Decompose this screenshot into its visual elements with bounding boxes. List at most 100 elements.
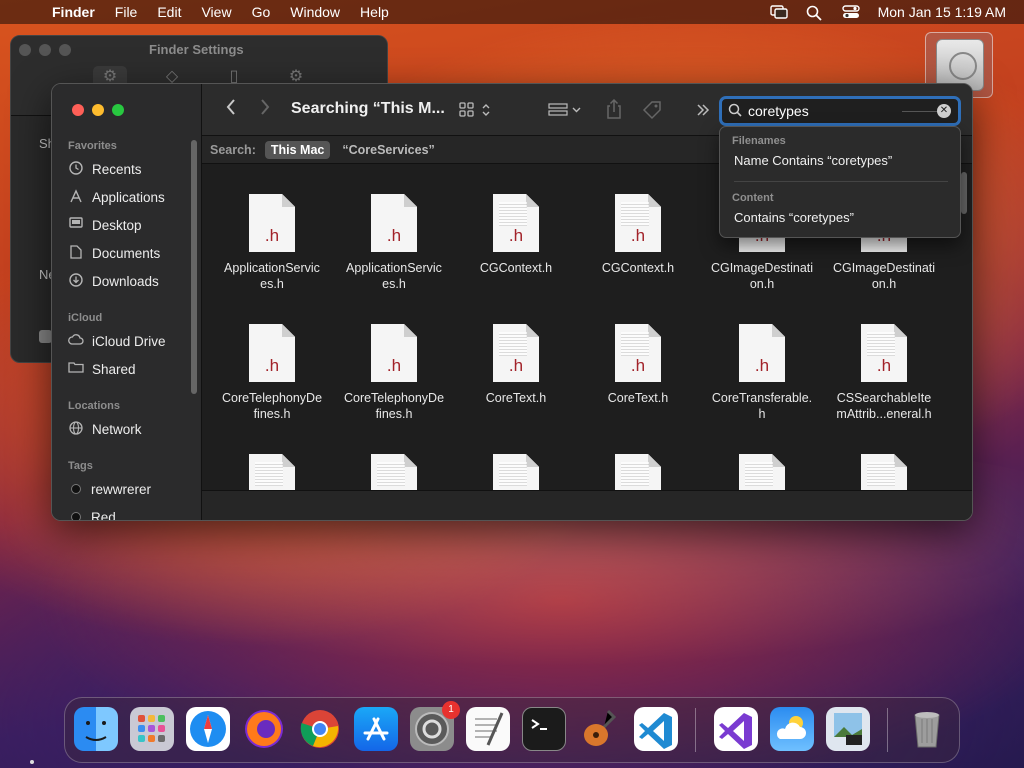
finder-icon[interactable] (74, 707, 118, 751)
settings-window-title: Finder Settings (149, 42, 244, 57)
spotlight-search-icon[interactable] (806, 5, 824, 21)
search-field[interactable]: ✕ (719, 96, 961, 126)
scope-this-mac-button[interactable]: This Mac (264, 140, 331, 159)
sidebar-item-network[interactable]: Network (68, 418, 142, 440)
file-item[interactable] (702, 454, 822, 490)
file-item[interactable] (456, 454, 576, 490)
sidebar-item-downloads[interactable]: Downloads (68, 270, 159, 292)
sidebar-item-label: Network (92, 421, 142, 437)
zoom-button[interactable] (112, 104, 124, 116)
suggestion-name-contains[interactable]: Name Contains “coretypes” (734, 153, 892, 168)
sidebar-item-label: Recents (92, 161, 142, 177)
weather-icon[interactable] (770, 707, 814, 751)
sidebar-item-documents[interactable]: Documents (68, 242, 160, 264)
textedit-icon[interactable] (466, 707, 510, 751)
sidebar-item-icloud-drive[interactable]: iCloud Drive (68, 330, 166, 352)
header-file-icon: .h (493, 324, 539, 382)
window-title: Searching “This M... (291, 100, 445, 117)
file-item[interactable]: .h ApplicationServic es.h (334, 194, 454, 292)
terminal-icon[interactable] (522, 707, 566, 751)
file-item[interactable]: .h CoreText.h (578, 324, 698, 406)
file-item[interactable]: .h ApplicationServic es.h (212, 194, 332, 292)
clock-icon (68, 161, 84, 177)
garageband-icon[interactable] (578, 707, 622, 751)
sidebar-item-tag-rewwrerer[interactable]: rewwrerer (68, 478, 151, 500)
close-button[interactable] (72, 104, 84, 116)
file-item[interactable]: .h CGContext.h (578, 194, 698, 276)
sidebar-item-label: Documents (92, 245, 161, 261)
cloud-icon (68, 333, 84, 349)
sidebar-scrollbar[interactable] (191, 140, 197, 394)
trash-icon[interactable] (905, 707, 949, 751)
clear-search-icon[interactable]: ✕ (937, 104, 951, 118)
sidebar-section-favorites: Favorites (68, 140, 117, 152)
tag-icon[interactable] (642, 100, 662, 125)
firefox-icon[interactable] (242, 707, 286, 751)
status-bar (202, 490, 972, 520)
suggestion-header-filenames: Filenames (732, 135, 786, 147)
sidebar-item-shared[interactable]: Shared (68, 358, 136, 380)
search-suggestions: Filenames Name Contains “coretypes” Cont… (719, 126, 961, 238)
header-file-icon: .h (493, 194, 539, 252)
file-item[interactable]: .h CGContext.h (456, 194, 576, 276)
settings-window-controls[interactable] (19, 44, 71, 56)
chrome-icon[interactable] (298, 707, 342, 751)
file-item[interactable] (578, 454, 698, 490)
vscode-icon[interactable] (634, 707, 678, 751)
menu-go[interactable]: Go (252, 4, 271, 20)
screen-mirroring-icon[interactable] (769, 5, 788, 19)
file-item[interactable]: .h CSSearchableIte mAttrib...eneral.h (824, 324, 944, 422)
menu-help[interactable]: Help (360, 4, 389, 20)
sidebar-item-label: Red (91, 509, 116, 521)
menu-view[interactable]: View (201, 4, 231, 20)
sidebar-item-tag-red[interactable]: Red (68, 506, 116, 521)
sidebar-section-tags: Tags (68, 460, 93, 472)
finder-sidebar: Favorites Recents Applications Desktop D… (52, 84, 202, 521)
header-file-icon: .h (371, 194, 417, 252)
minimize-button[interactable] (92, 104, 104, 116)
sidebar-item-label: iCloud Drive (92, 333, 166, 349)
window-controls (72, 104, 124, 116)
file-item[interactable]: .h CoreText.h (456, 324, 576, 406)
file-item[interactable] (334, 454, 454, 490)
header-file-icon: .h (861, 324, 907, 382)
menu-file[interactable]: File (115, 4, 138, 20)
control-center-icon[interactable] (841, 5, 860, 19)
app-store-icon[interactable] (354, 707, 398, 751)
menu-clock[interactable]: Mon Jan 15 1:19 AM (878, 4, 1006, 20)
sidebar-item-applications[interactable]: Applications (68, 186, 165, 208)
back-chevron-icon[interactable] (226, 98, 236, 121)
menu-app-name[interactable]: Finder (52, 4, 95, 20)
menu-window[interactable]: Window (290, 4, 340, 20)
view-grid-icon[interactable] (459, 102, 495, 123)
suggestion-content-contains[interactable]: Contains “coretypes” (734, 210, 854, 225)
download-icon (68, 273, 84, 289)
sidebar-section-locations: Locations (68, 400, 120, 412)
forward-chevron-icon[interactable] (260, 98, 270, 121)
menu-edit[interactable]: Edit (157, 4, 181, 20)
content-scrollbar[interactable] (961, 172, 967, 214)
file-item[interactable]: .h CoreTelephonyDe fines.h (212, 324, 332, 422)
file-item[interactable] (212, 454, 332, 490)
file-item[interactable]: .h CoreTelephonyDe fines.h (334, 324, 454, 422)
group-by-icon[interactable] (548, 102, 584, 123)
notification-badge: 1 (442, 701, 460, 719)
launchpad-icon[interactable] (130, 707, 174, 751)
search-input[interactable] (748, 102, 918, 120)
safari-icon[interactable] (186, 707, 230, 751)
sidebar-item-recents[interactable]: Recents (68, 158, 142, 180)
header-file-icon: .h (249, 194, 295, 252)
header-file-icon: .h (371, 324, 417, 382)
file-icon (493, 454, 539, 490)
document-icon (68, 245, 84, 261)
scope-coreservices-button[interactable]: “CoreServices” (342, 143, 434, 157)
preview-icon[interactable] (826, 707, 870, 751)
file-item[interactable]: .h CoreTransferable. h (702, 324, 822, 422)
sidebar-item-desktop[interactable]: Desktop (68, 214, 142, 236)
file-item[interactable] (824, 454, 944, 490)
visual-studio-icon[interactable] (714, 707, 758, 751)
file-icon (249, 454, 295, 490)
share-icon[interactable] (606, 98, 622, 124)
more-toolbar-icon[interactable] (696, 101, 710, 122)
system-settings-icon[interactable]: 1 (410, 701, 460, 751)
